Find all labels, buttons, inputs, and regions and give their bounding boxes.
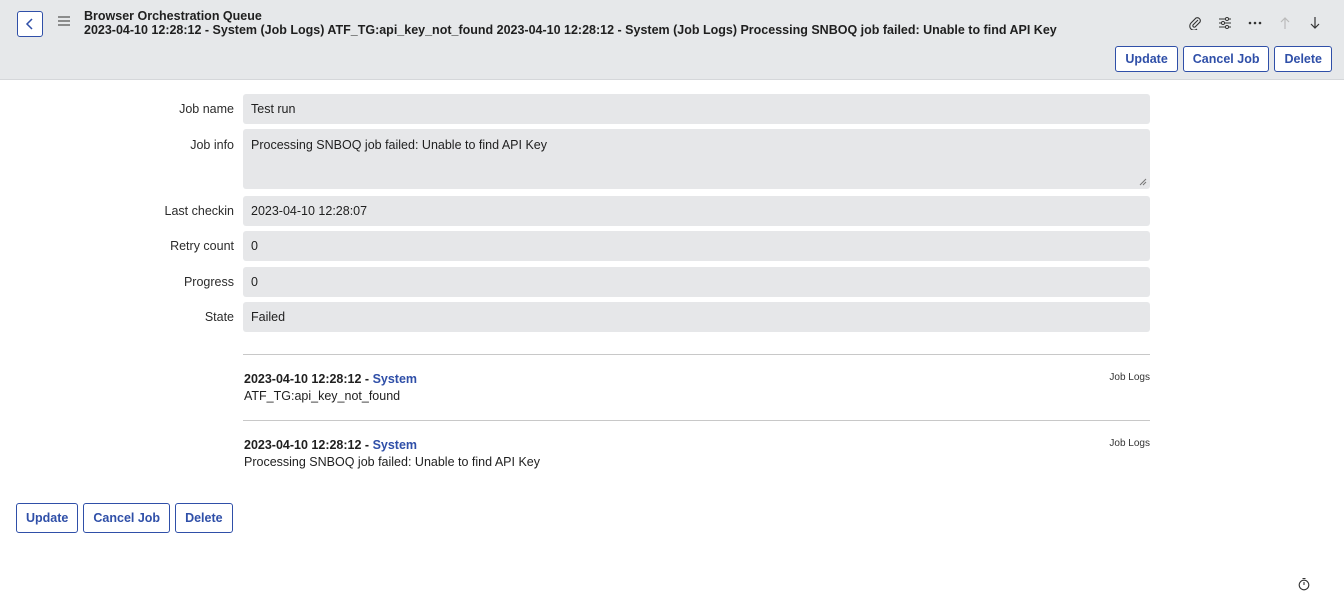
stopwatch-icon[interactable] — [1298, 577, 1310, 594]
footer-buttons: Update Cancel Job Delete — [16, 503, 233, 533]
delete-button[interactable]: Delete — [1274, 46, 1332, 72]
table-name: Browser Orchestration Queue — [84, 9, 262, 23]
retry-count-field[interactable]: 0 — [243, 231, 1150, 261]
state-field[interactable]: Failed — [243, 302, 1150, 332]
job-info-value: Processing SNBOQ job failed: Unable to f… — [251, 138, 547, 152]
back-button[interactable] — [17, 11, 43, 37]
progress-label: Progress — [183, 275, 234, 289]
header-toolbar — [1180, 12, 1330, 34]
log-user-link[interactable]: System — [373, 372, 417, 386]
log-text: ATF_TG:api_key_not_found — [244, 389, 401, 403]
log-entry: 2023-04-10 12:28:12 - System Processing … — [244, 438, 1150, 469]
job-info-label: Job info — [190, 138, 234, 152]
job-name-field[interactable]: Test run — [243, 94, 1150, 124]
log-user-link[interactable]: System — [373, 438, 417, 452]
form-header: Browser Orchestration Queue 2023-04-10 1… — [0, 0, 1344, 80]
progress-field[interactable]: 0 — [243, 267, 1150, 297]
update-button[interactable]: Update — [16, 503, 79, 533]
record-display-value: 2023-04-10 12:28:12 - System (Job Logs) … — [84, 23, 1057, 37]
log-text: Processing SNBOQ job failed: Unable to f… — [244, 455, 540, 469]
resize-handle-icon[interactable] — [1139, 178, 1147, 186]
log-entry-header: 2023-04-10 12:28:12 - System — [244, 438, 418, 452]
cancel-job-button[interactable]: Cancel Job — [83, 503, 171, 533]
log-timestamp: 2023-04-10 12:28:12 — [244, 372, 362, 386]
page-title: Browser Orchestration Queue 2023-04-10 1… — [84, 9, 1057, 37]
arrow-down-icon[interactable] — [1300, 12, 1330, 34]
hamburger-menu-icon[interactable] — [58, 13, 70, 30]
arrow-up-icon[interactable] — [1270, 12, 1300, 34]
log-divider — [243, 420, 1150, 421]
header-buttons: Update Cancel Job Delete — [1115, 46, 1332, 72]
log-tag: Job Logs — [1109, 438, 1150, 449]
log-entry: 2023-04-10 12:28:12 - System ATF_TG:api_… — [244, 372, 1150, 403]
more-icon[interactable] — [1240, 12, 1270, 34]
job-name-label: Job name — [179, 102, 234, 116]
state-label: State — [204, 310, 234, 324]
log-divider — [243, 354, 1150, 355]
job-info-textarea[interactable]: Processing SNBOQ job failed: Unable to f… — [243, 129, 1150, 189]
paperclip-icon[interactable] — [1180, 12, 1210, 34]
cancel-job-button[interactable]: Cancel Job — [1182, 46, 1270, 72]
chevron-left-icon — [25, 18, 33, 30]
log-tag: Job Logs — [1109, 372, 1150, 383]
last-checkin-label: Last checkin — [164, 204, 234, 218]
log-timestamp: 2023-04-10 12:28:12 — [244, 438, 362, 452]
settings-sliders-icon[interactable] — [1210, 12, 1240, 34]
delete-button[interactable]: Delete — [175, 503, 233, 533]
last-checkin-field[interactable]: 2023-04-10 12:28:07 — [243, 196, 1150, 226]
retry-count-label: Retry count — [170, 239, 234, 253]
log-entry-header: 2023-04-10 12:28:12 - System — [244, 372, 418, 386]
update-button[interactable]: Update — [1115, 46, 1178, 72]
